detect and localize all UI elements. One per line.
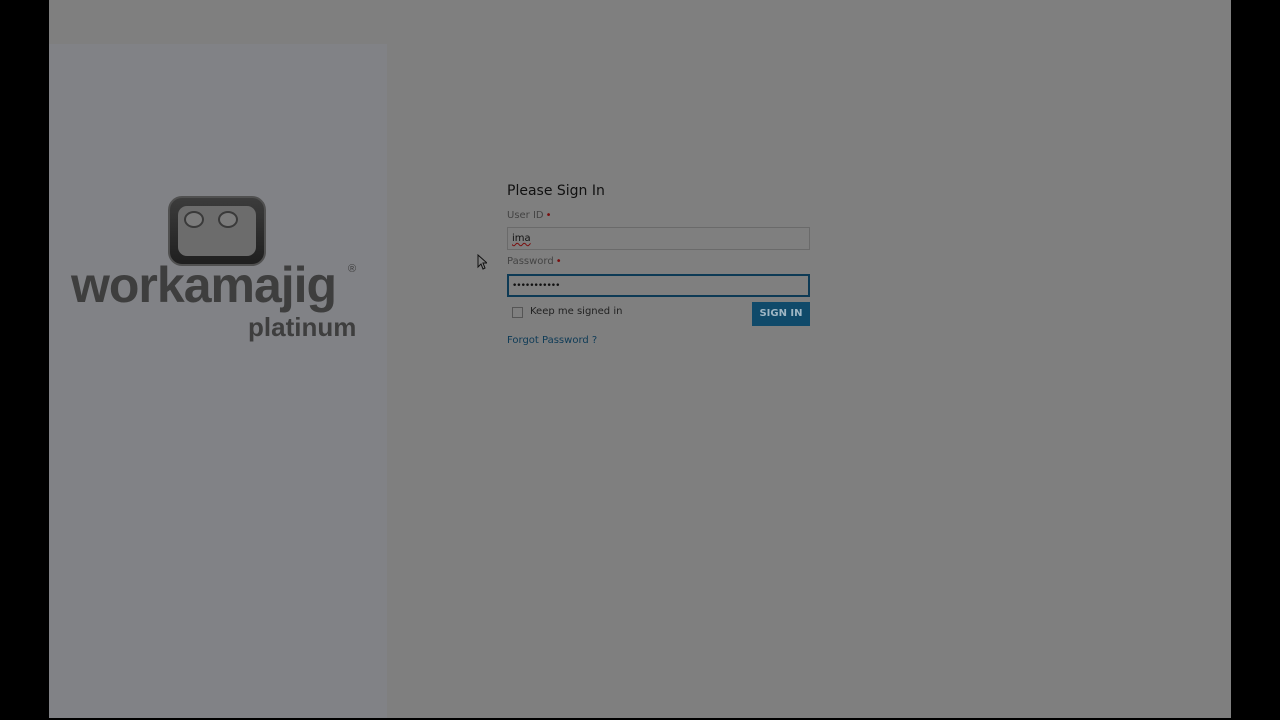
logo-edition: platinum — [248, 312, 357, 342]
required-marker: • — [545, 210, 552, 221]
password-value: ••••••••••• — [512, 281, 560, 291]
logo-wordmark: workamajig — [71, 257, 337, 313]
user-id-value: ima — [512, 233, 531, 244]
keep-signed-in-label[interactable]: Keep me signed in — [530, 306, 622, 317]
password-label-text: Password — [507, 256, 554, 267]
required-marker: • — [555, 256, 562, 267]
forgot-password-link[interactable]: Forgot Password ? — [507, 335, 597, 346]
user-id-field[interactable]: ima — [507, 227, 810, 250]
sign-in-form: Please Sign In User ID • ima Password • ••… — [507, 183, 810, 346]
robot-logo-icon — [168, 196, 266, 266]
robot-eye-right — [218, 211, 238, 228]
workamajig-logo: workamajig ® platinum — [71, 196, 371, 356]
login-page: workamajig ® platinum Please Sign In Use… — [49, 0, 1231, 718]
user-id-label: User ID • — [507, 210, 552, 221]
password-field[interactable]: ••••••••••• — [507, 274, 810, 297]
sign-in-title: Please Sign In — [507, 183, 605, 199]
brand-panel: workamajig ® platinum — [49, 44, 387, 718]
keep-signed-in-checkbox[interactable] — [512, 307, 523, 318]
robot-eye-left — [184, 211, 204, 228]
user-id-label-text: User ID — [507, 210, 544, 221]
registered-mark: ® — [348, 263, 357, 275]
mouse-pointer-icon — [477, 254, 487, 270]
sign-in-button[interactable]: SIGN IN — [752, 302, 810, 326]
password-label: Password • — [507, 256, 562, 267]
